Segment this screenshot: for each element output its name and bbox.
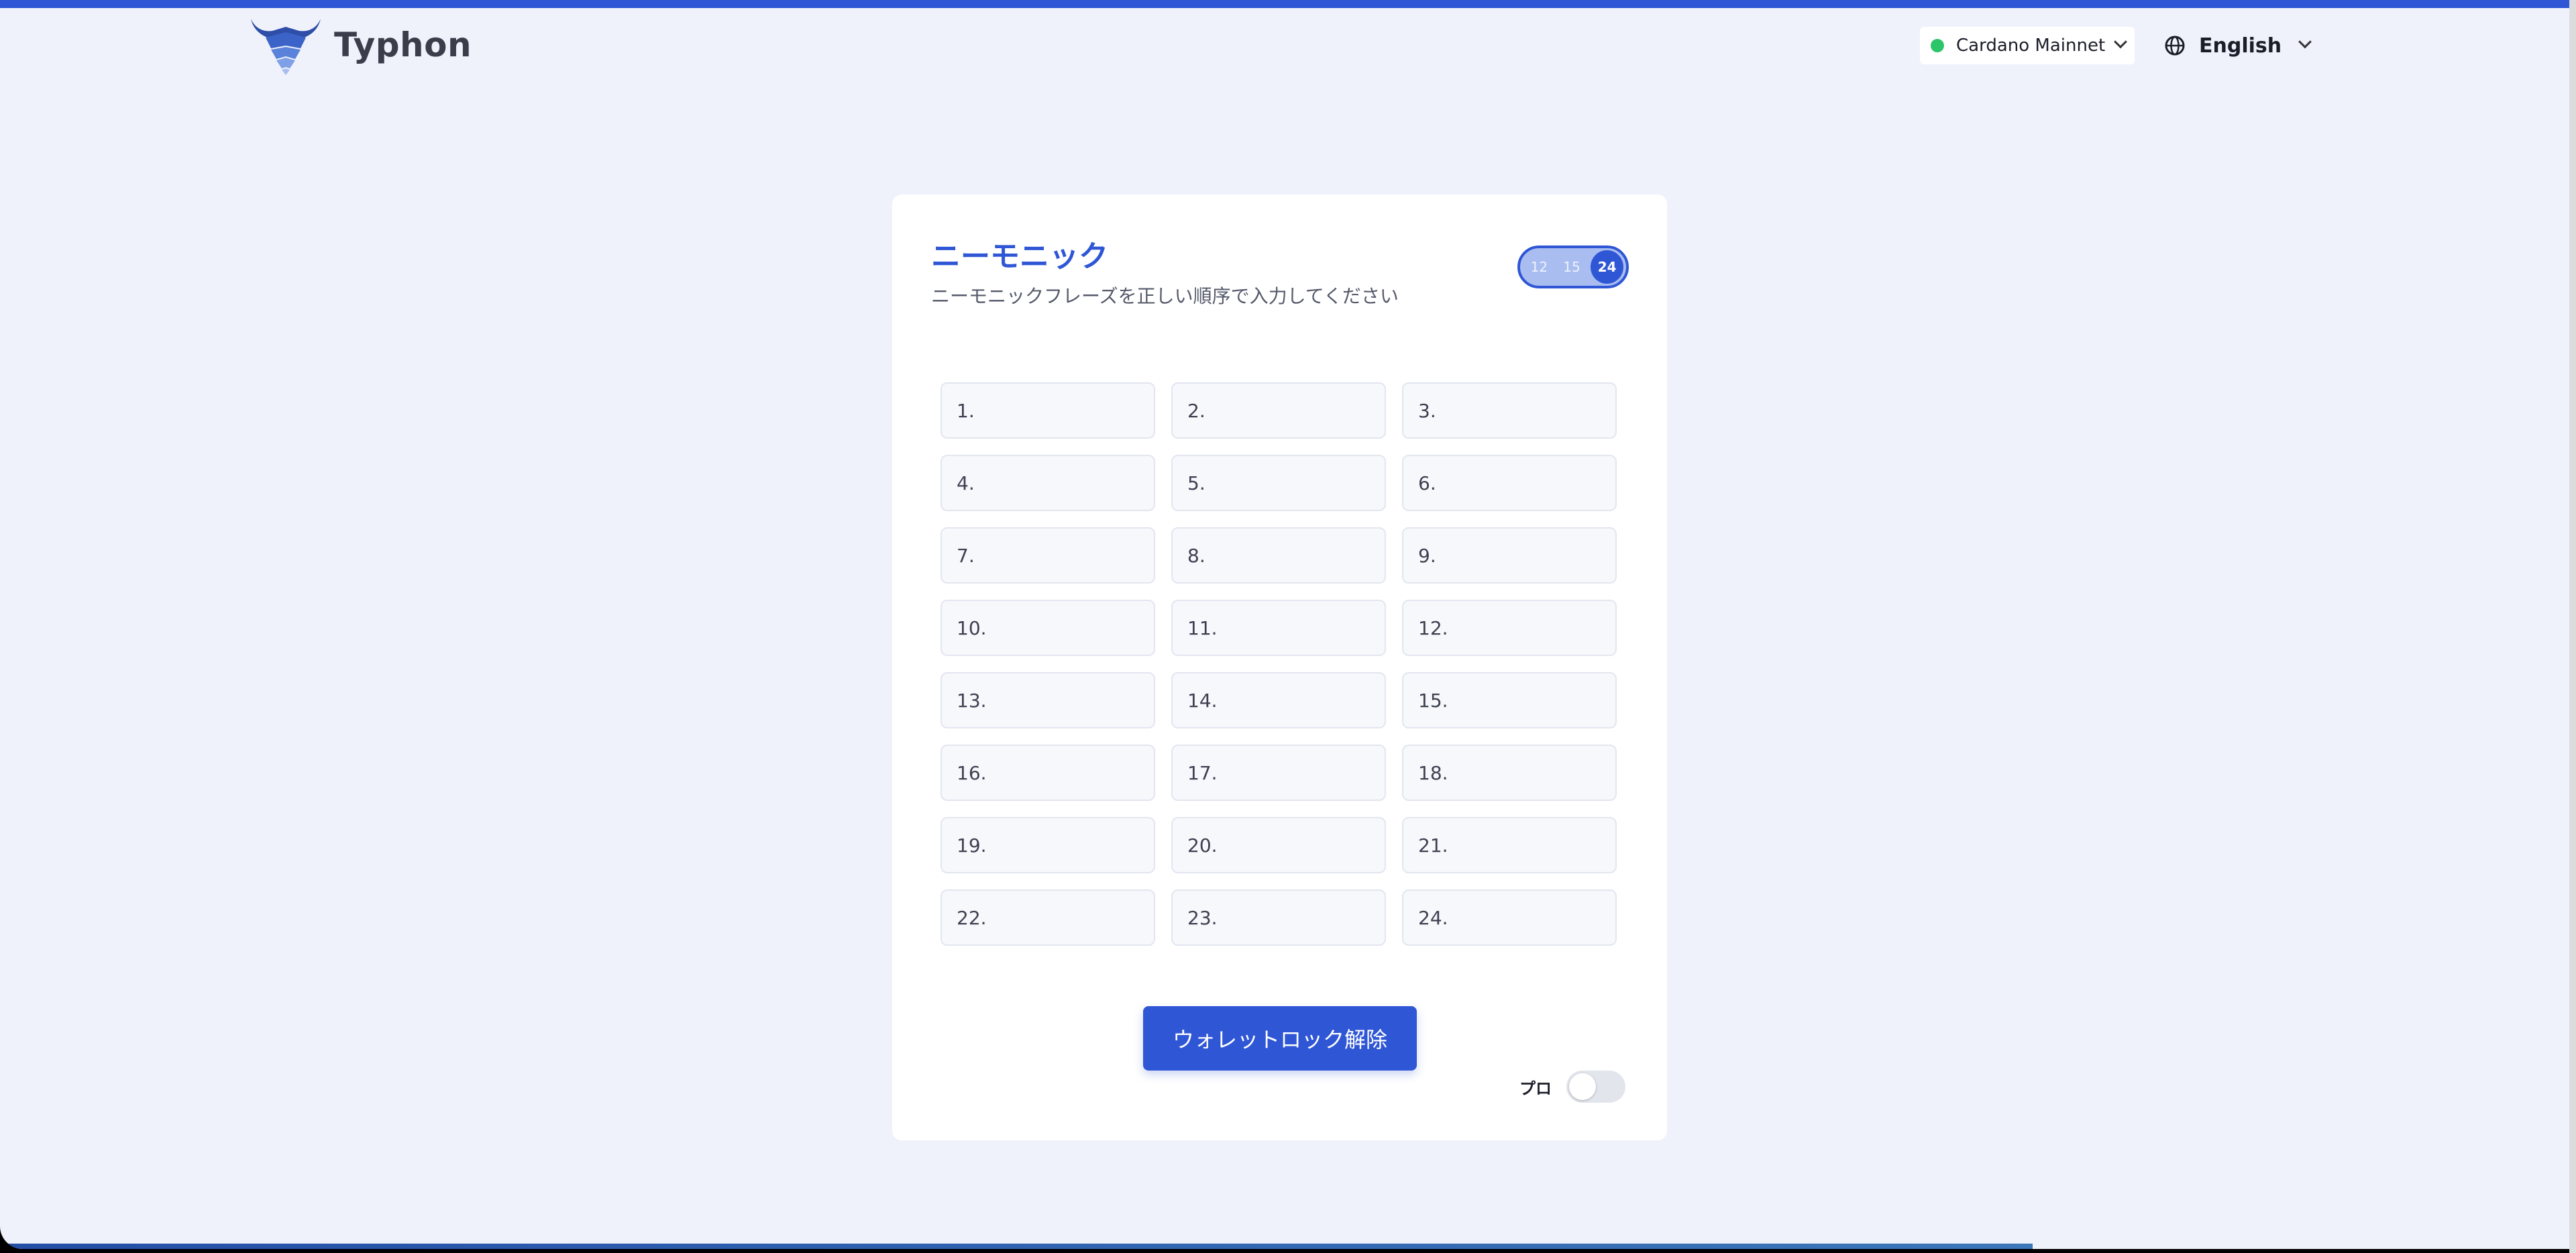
word-number: 10. xyxy=(957,616,987,639)
word-input-8[interactable]: 8. xyxy=(1171,527,1386,584)
word-number: 23. xyxy=(1187,906,1218,929)
word-number: 14. xyxy=(1187,689,1218,712)
language-selector[interactable]: English xyxy=(2164,27,2312,64)
word-input-10[interactable]: 10. xyxy=(941,600,1155,656)
word-number: 24. xyxy=(1418,906,1448,929)
language-label: English xyxy=(2199,34,2282,58)
pro-mode-control: プロ xyxy=(1519,1071,1625,1103)
word-number: 20. xyxy=(1187,834,1218,857)
word-number: 2. xyxy=(1187,399,1205,422)
card-subtitle: ニーモニックフレーズを正しい順序で入力してください xyxy=(931,285,1399,307)
word-input-9[interactable]: 9. xyxy=(1402,527,1617,584)
globe-icon xyxy=(2165,36,2185,56)
pro-toggle-switch[interactable] xyxy=(1566,1071,1625,1103)
word-number: 13. xyxy=(957,689,987,712)
word-input-22[interactable]: 22. xyxy=(941,889,1155,946)
mnemonic-card: ニーモニック ニーモニックフレーズを正しい順序で入力してください 12 15 2… xyxy=(892,195,1667,1140)
word-input-24[interactable]: 24. xyxy=(1402,889,1617,946)
word-input-1[interactable]: 1. xyxy=(941,382,1155,439)
top-accent-bar xyxy=(0,0,2569,8)
word-input-3[interactable]: 3. xyxy=(1402,382,1617,439)
word-number: 16. xyxy=(957,761,987,784)
typhon-logo-icon xyxy=(251,19,321,75)
word-input-18[interactable]: 18. xyxy=(1402,745,1617,801)
toggle-knob xyxy=(1569,1073,1596,1100)
word-input-4[interactable]: 4. xyxy=(941,455,1155,511)
word-input-13[interactable]: 13. xyxy=(941,672,1155,728)
pro-label: プロ xyxy=(1519,1079,1552,1098)
word-input-12[interactable]: 12. xyxy=(1402,600,1617,656)
word-input-2[interactable]: 2. xyxy=(1171,382,1386,439)
word-count-option-12[interactable]: 12 xyxy=(1523,250,1556,284)
word-number: 21. xyxy=(1418,834,1448,857)
word-input-11[interactable]: 11. xyxy=(1171,600,1386,656)
network-label: Cardano Mainnet xyxy=(1956,36,2106,56)
word-input-7[interactable]: 7. xyxy=(941,527,1155,584)
chevron-down-icon xyxy=(2298,35,2312,49)
word-number: 11. xyxy=(1187,616,1218,639)
app-name: Typhon xyxy=(334,25,472,64)
word-input-19[interactable]: 19. xyxy=(941,817,1155,873)
unlock-wallet-button[interactable]: ウォレットロック解除 xyxy=(1143,1006,1417,1071)
bottom-accent-bar xyxy=(0,1244,2033,1249)
word-input-20[interactable]: 20. xyxy=(1171,817,1386,873)
word-number: 7. xyxy=(957,544,975,567)
word-input-5[interactable]: 5. xyxy=(1171,455,1386,511)
word-number: 22. xyxy=(957,906,987,929)
logo[interactable]: Typhon xyxy=(247,15,472,75)
word-input-15[interactable]: 15. xyxy=(1402,672,1617,728)
word-number: 4. xyxy=(957,472,975,494)
chevron-down-icon xyxy=(2114,35,2128,49)
word-number: 15. xyxy=(1418,689,1448,712)
word-number: 8. xyxy=(1187,544,1205,567)
window-edge xyxy=(2569,0,2576,1253)
mnemonic-word-grid: 1. 2. 3. 4. 5. 6. 7. 8. 9. 10. 11. 12. 1… xyxy=(941,382,1617,946)
word-number: 17. xyxy=(1187,761,1218,784)
word-input-21[interactable]: 21. xyxy=(1402,817,1617,873)
word-number: 19. xyxy=(957,834,987,857)
word-number: 5. xyxy=(1187,472,1205,494)
app-window: Typhon Cardano Mainnet English ニーモニック ニー… xyxy=(0,0,2569,1249)
word-input-14[interactable]: 14. xyxy=(1171,672,1386,728)
card-title: ニーモニック xyxy=(931,239,1108,274)
word-input-16[interactable]: 16. xyxy=(941,745,1155,801)
word-number: 12. xyxy=(1418,616,1448,639)
word-number: 9. xyxy=(1418,544,1436,567)
word-number: 1. xyxy=(957,399,975,422)
word-number: 6. xyxy=(1418,472,1436,494)
word-input-6[interactable]: 6. xyxy=(1402,455,1617,511)
word-count-toggle[interactable]: 12 15 24 xyxy=(1517,246,1629,288)
word-number: 3. xyxy=(1418,399,1436,422)
word-count-option-24[interactable]: 24 xyxy=(1591,250,1624,284)
word-count-option-15[interactable]: 15 xyxy=(1556,250,1589,284)
status-dot-icon xyxy=(1931,39,1944,52)
word-input-17[interactable]: 17. xyxy=(1171,745,1386,801)
network-selector[interactable]: Cardano Mainnet xyxy=(1920,27,2135,64)
word-input-23[interactable]: 23. xyxy=(1171,889,1386,946)
word-number: 18. xyxy=(1418,761,1448,784)
